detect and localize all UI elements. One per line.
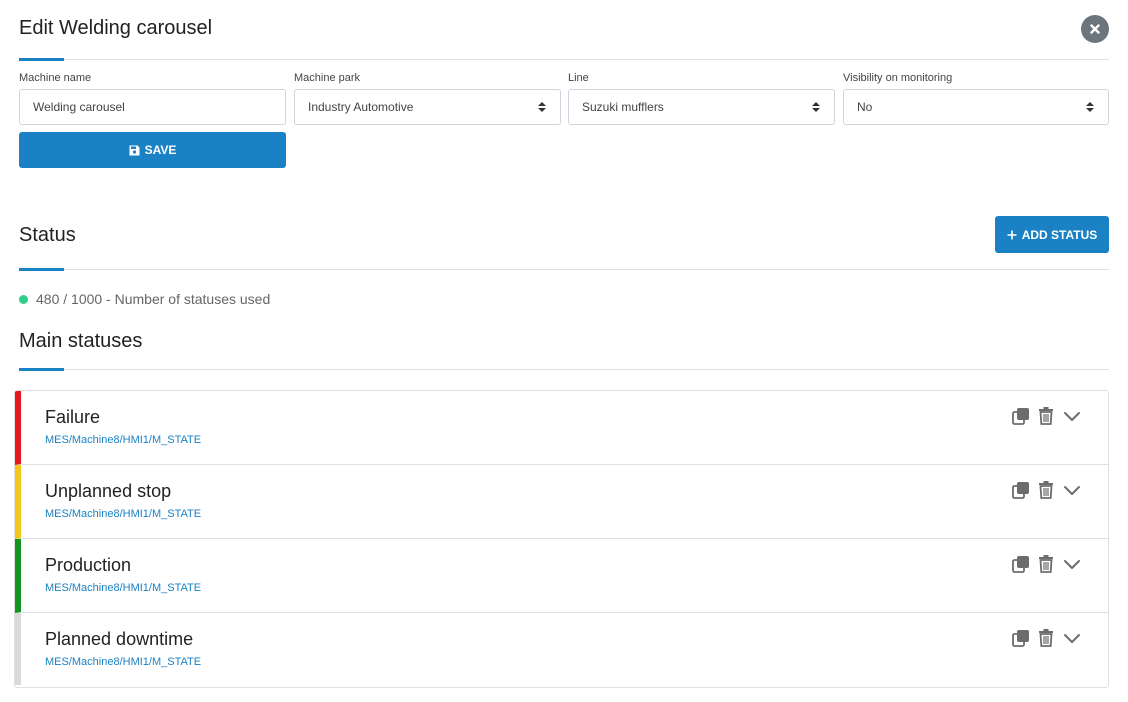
usage-text: 480 / 1000 - Number of statuses used <box>36 291 271 307</box>
trash-icon[interactable] <box>1038 555 1054 573</box>
chevron-down-icon[interactable] <box>1062 555 1082 573</box>
save-button-label: SAVE <box>144 143 177 157</box>
copy-icon[interactable] <box>1012 481 1030 499</box>
status-name: Production <box>45 555 132 575</box>
status-path: MES/Machine8/HMI1/M_STATE <box>45 582 202 594</box>
status-section-title: Status <box>19 224 76 246</box>
status-row[interactable]: Production MES/Machine8/HMI1/M_STATE <box>15 539 1108 613</box>
main-statuses-accent <box>19 368 64 371</box>
visibility-select[interactable]: No <box>843 89 1109 125</box>
status-list: Failure MES/Machine8/HMI1/M_STATE Unplan… <box>14 390 1109 688</box>
line-value: Suzuki mufflers <box>582 100 664 114</box>
status-path: MES/Machine8/HMI1/M_STATE <box>45 508 202 520</box>
machine-name-label: Machine name <box>19 72 92 84</box>
row-actions <box>1012 481 1082 499</box>
machine-name-group: Machine name <box>19 72 286 125</box>
main-statuses-divider <box>19 369 1109 370</box>
visibility-group: Visibility on monitoring No <box>843 72 1109 125</box>
status-row[interactable]: Unplanned stop MES/Machine8/HMI1/M_STATE <box>15 465 1108 539</box>
sort-icon <box>1086 102 1094 112</box>
copy-icon[interactable] <box>1012 629 1030 647</box>
status-divider <box>19 269 1109 270</box>
save-button[interactable]: SAVE <box>19 132 286 168</box>
row-actions <box>1012 407 1082 425</box>
status-row[interactable]: Failure MES/Machine8/HMI1/M_STATE <box>15 391 1108 465</box>
row-actions <box>1012 629 1082 647</box>
status-name: Failure <box>45 407 101 427</box>
usage-indicator-dot <box>19 294 28 304</box>
status-accent <box>19 268 64 271</box>
trash-icon[interactable] <box>1038 407 1054 425</box>
status-usage: 480 / 1000 - Number of statuses used <box>19 291 270 307</box>
trash-icon[interactable] <box>1038 629 1054 647</box>
page-title: Edit Welding carousel <box>19 17 213 39</box>
status-name: Unplanned stop <box>45 481 172 501</box>
machine-park-group: Machine park Industry Automotive <box>294 72 561 125</box>
machine-park-label: Machine park <box>294 72 361 84</box>
sort-icon <box>538 102 546 112</box>
plus-icon <box>1007 230 1017 239</box>
machine-name-field-wrap <box>19 89 286 125</box>
status-path: MES/Machine8/HMI1/M_STATE <box>45 434 202 446</box>
copy-icon[interactable] <box>1012 555 1030 573</box>
copy-icon[interactable] <box>1012 407 1030 425</box>
chevron-down-icon[interactable] <box>1062 481 1082 499</box>
status-path: MES/Machine8/HMI1/M_STATE <box>45 656 202 668</box>
header-divider <box>19 59 1109 60</box>
line-group: Line Suzuki mufflers <box>568 72 835 125</box>
machine-park-select[interactable]: Industry Automotive <box>294 89 561 125</box>
close-button[interactable] <box>1081 15 1109 43</box>
line-label: Line <box>568 72 589 84</box>
machine-park-value: Industry Automotive <box>308 100 414 114</box>
header-accent <box>19 58 64 61</box>
add-status-button[interactable]: ADD STATUS <box>995 216 1109 253</box>
close-icon <box>1090 24 1100 34</box>
status-row[interactable]: Planned downtime MES/Machine8/HMI1/M_STA… <box>15 613 1108 685</box>
machine-name-input[interactable] <box>33 100 272 114</box>
sort-icon <box>812 102 820 112</box>
main-statuses-title: Main statuses <box>19 330 143 352</box>
add-status-label: ADD STATUS <box>1021 227 1098 242</box>
floppy-disk-icon <box>129 145 140 155</box>
visibility-value: No <box>857 100 873 114</box>
visibility-label: Visibility on monitoring <box>843 72 953 84</box>
trash-icon[interactable] <box>1038 481 1054 499</box>
chevron-down-icon[interactable] <box>1062 629 1082 647</box>
line-select[interactable]: Suzuki mufflers <box>568 89 835 125</box>
status-name: Planned downtime <box>45 629 194 649</box>
row-actions <box>1012 555 1082 573</box>
chevron-down-icon[interactable] <box>1062 407 1082 425</box>
